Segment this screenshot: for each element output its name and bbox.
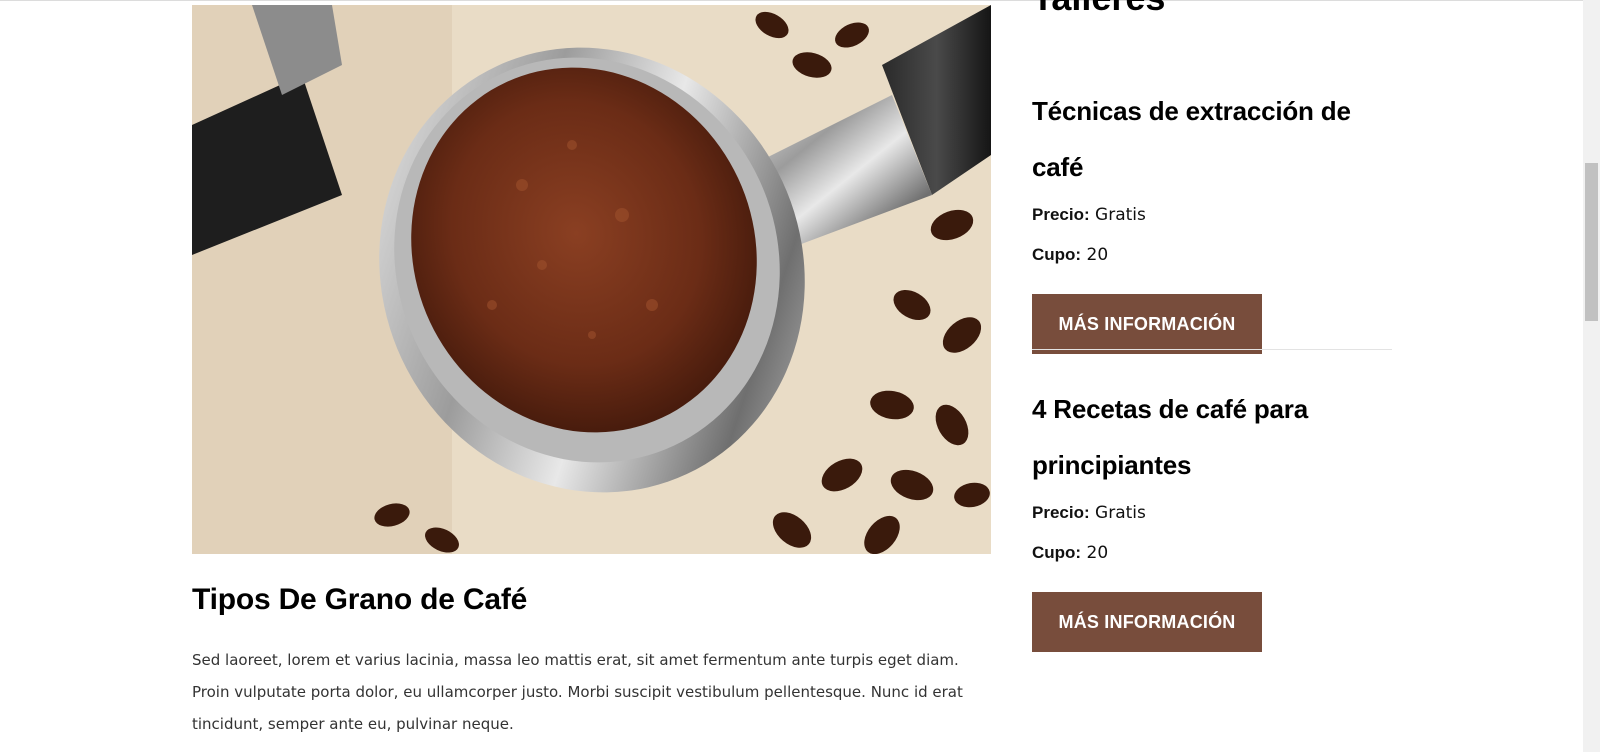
workshop-capacity: Cupo: 20 [1032, 533, 1392, 573]
workshop-item: Técnicas de extracción de café Precio: G… [1032, 83, 1392, 354]
espresso-portafilter-illustration [192, 5, 991, 554]
workshop-title: 4 Recetas de café para principiantes [1032, 381, 1392, 493]
more-info-button[interactable]: MÁS INFORMACIÓN [1032, 592, 1262, 652]
workshop-divider [1032, 349, 1392, 350]
price-label: Precio: [1032, 503, 1090, 522]
workshop-price: Precio: Gratis [1032, 195, 1392, 235]
blog-entry: Tipos De Grano de Café Sed laoreet, lore… [192, 5, 991, 740]
workshop-capacity: Cupo: 20 [1032, 235, 1392, 275]
price-value: Gratis [1095, 205, 1146, 225]
workshop-price: Precio: Gratis [1032, 493, 1392, 533]
page-viewport: Tipos De Grano de Café Sed laoreet, lore… [0, 0, 1600, 752]
article-body-text: Sed laoreet, lorem et varius lacinia, ma… [192, 651, 963, 733]
capacity-label: Cupo: [1032, 543, 1082, 562]
more-info-button[interactable]: MÁS INFORMACIÓN [1032, 294, 1262, 354]
price-value: Gratis [1095, 503, 1146, 523]
capacity-label: Cupo: [1032, 245, 1082, 264]
workshop-title: Técnicas de extracción de café [1032, 96, 1351, 182]
hero-image [192, 5, 991, 554]
capacity-value: 20 [1086, 245, 1109, 265]
workshop-item: 4 Recetas de café para principiantes Pre… [1032, 381, 1392, 652]
sidebar-title: Talleres [1032, 0, 1165, 18]
capacity-value: 20 [1086, 543, 1109, 563]
vertical-scrollbar[interactable] [1583, 0, 1600, 752]
price-label: Precio: [1032, 205, 1090, 224]
top-border [0, 0, 1583, 1]
workshop-title-line: principiantes [1032, 450, 1192, 480]
workshop-title-line: 4 Recetas de café para [1032, 394, 1308, 424]
article-title: Tipos De Grano de Café [192, 583, 528, 616]
scrollbar-thumb[interactable] [1585, 163, 1598, 321]
